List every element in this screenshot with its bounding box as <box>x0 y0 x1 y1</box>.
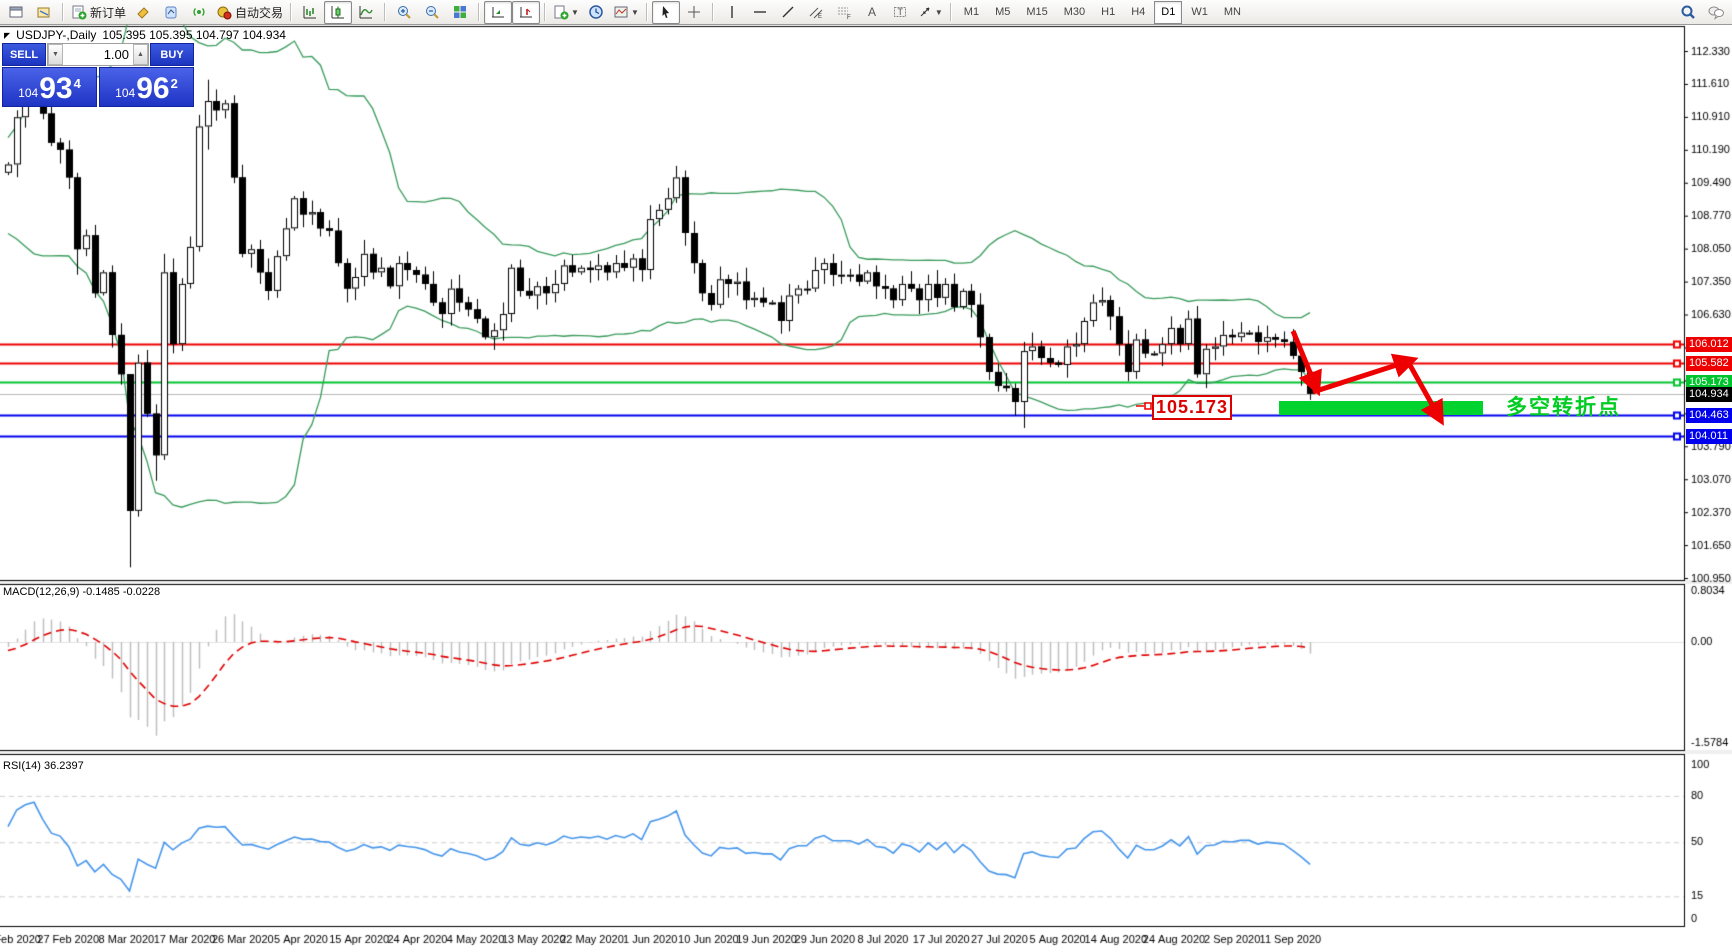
timeframe-button-M30[interactable]: M30 <box>1057 1 1092 24</box>
chart-area[interactable]: ◤ USDJPY-,Daily 105.395 105.395 104.797 … <box>0 25 1732 952</box>
sell-price-big: 93 <box>39 75 72 103</box>
crosshair-tool-icon[interactable] <box>680 1 708 24</box>
sell-price-sup: 4 <box>74 76 81 91</box>
rsi-indicator-label: RSI(14) 36.2397 <box>3 760 84 772</box>
svg-text:F: F <box>847 15 851 20</box>
price-level-label: 105.582 <box>1686 356 1732 371</box>
channel-tool-icon[interactable]: E <box>802 1 830 24</box>
ohlc-text: 105.395 105.395 104.797 104.934 <box>102 28 286 42</box>
auto-trading-button[interactable]: 自动交易 <box>213 1 286 24</box>
svg-text:T: T <box>897 7 903 17</box>
indicators-add-button[interactable]: ▼ <box>550 1 582 24</box>
fibonacci-tool-icon[interactable]: F <box>830 1 858 24</box>
eraser-icon[interactable] <box>129 1 157 24</box>
text-label-tool-icon[interactable]: T <box>886 1 914 24</box>
volume-down-button[interactable]: ▼ <box>48 44 63 65</box>
sell-price-panel[interactable]: 104 93 4 <box>2 67 97 107</box>
timeframe-button-M1[interactable]: M1 <box>957 1 986 24</box>
price-annotation-box[interactable]: 105.173 <box>1152 395 1232 420</box>
quote-line: ◤ USDJPY-,Daily 105.395 105.395 104.797 … <box>4 28 286 42</box>
one-click-trading-panel: SELL ▼ 1.00 ▲ BUY 104 93 4 104 96 2 <box>2 43 194 107</box>
market-depth-icon[interactable] <box>157 1 185 24</box>
timeframe-button-MN[interactable]: MN <box>1217 1 1248 24</box>
macd-indicator-label: MACD(12,26,9) -0.1485 -0.0228 <box>3 586 160 598</box>
volume-up-button[interactable]: ▲ <box>133 44 148 65</box>
timeframe-button-M15[interactable]: M15 <box>1019 1 1054 24</box>
volume-spinner[interactable]: ▼ 1.00 ▲ <box>47 43 149 66</box>
sell-button[interactable]: SELL <box>2 43 46 66</box>
current-price-label: 104.934 <box>1686 387 1732 402</box>
mt4-window: 新订单 自动交易 ▼ <box>0 0 1732 952</box>
search-icon[interactable] <box>1674 1 1702 24</box>
timeframe-button-H4[interactable]: H4 <box>1124 1 1152 24</box>
timeframe-button-H1[interactable]: H1 <box>1094 1 1122 24</box>
buy-price-panel[interactable]: 104 96 2 <box>99 67 194 107</box>
pivot-text-label[interactable]: 多空转折点 <box>1506 391 1621 421</box>
auto-trading-label: 自动交易 <box>235 4 283 21</box>
chat-icon[interactable] <box>1702 1 1730 24</box>
svg-text:E: E <box>818 14 822 20</box>
buy-price-big: 96 <box>136 75 169 103</box>
trendline-tool-icon[interactable] <box>774 1 802 24</box>
symbol-arrow-icon: ◤ <box>4 31 10 40</box>
text-tool-icon[interactable]: A <box>858 1 886 24</box>
buy-price-sup: 2 <box>171 76 178 91</box>
toolbar: 新订单 自动交易 ▼ <box>0 0 1732 25</box>
tile-windows-icon[interactable] <box>446 1 474 24</box>
periods-clock-icon[interactable] <box>582 1 610 24</box>
candlestick-mode-icon[interactable] <box>324 1 352 24</box>
sell-price-prefix: 104 <box>18 86 38 100</box>
volume-value[interactable]: 1.00 <box>63 47 133 62</box>
new-order-button[interactable]: 新订单 <box>68 1 129 24</box>
symbol-period-text: USDJPY-,Daily <box>16 28 96 42</box>
signals-icon[interactable] <box>185 1 213 24</box>
pivot-zone-rect[interactable] <box>1279 401 1483 415</box>
svg-text:A: A <box>868 5 876 19</box>
price-level-label: 106.012 <box>1686 337 1732 352</box>
new-chart-button[interactable] <box>2 1 30 24</box>
timeframe-group: M1M5M15M30H1H4D1W1MN <box>956 0 1249 24</box>
new-order-label: 新订单 <box>90 4 126 21</box>
price-level-label: 104.463 <box>1686 408 1732 423</box>
price-level-label: 104.011 <box>1686 429 1732 444</box>
templates-button[interactable]: ▼ <box>610 1 642 24</box>
timeframe-button-W1[interactable]: W1 <box>1184 1 1215 24</box>
cursor-tool-icon[interactable] <box>652 1 680 24</box>
vertical-line-tool-icon[interactable] <box>718 1 746 24</box>
chart-profiles-button[interactable] <box>30 1 58 24</box>
horizontal-line-tool-icon[interactable] <box>746 1 774 24</box>
timeframe-button-M5[interactable]: M5 <box>988 1 1017 24</box>
shapes-tool-button[interactable]: ▼ <box>914 1 946 24</box>
line-chart-mode-icon[interactable] <box>352 1 380 24</box>
price-chart-canvas[interactable] <box>0 25 1732 952</box>
chart-shift-icon[interactable] <box>512 1 540 24</box>
timeframe-button-D1[interactable]: D1 <box>1154 1 1182 24</box>
auto-scroll-icon[interactable] <box>484 1 512 24</box>
buy-price-prefix: 104 <box>115 86 135 100</box>
zoom-out-icon[interactable] <box>418 1 446 24</box>
zoom-in-icon[interactable] <box>390 1 418 24</box>
bar-chart-mode-icon[interactable] <box>296 1 324 24</box>
buy-button[interactable]: BUY <box>150 43 194 66</box>
